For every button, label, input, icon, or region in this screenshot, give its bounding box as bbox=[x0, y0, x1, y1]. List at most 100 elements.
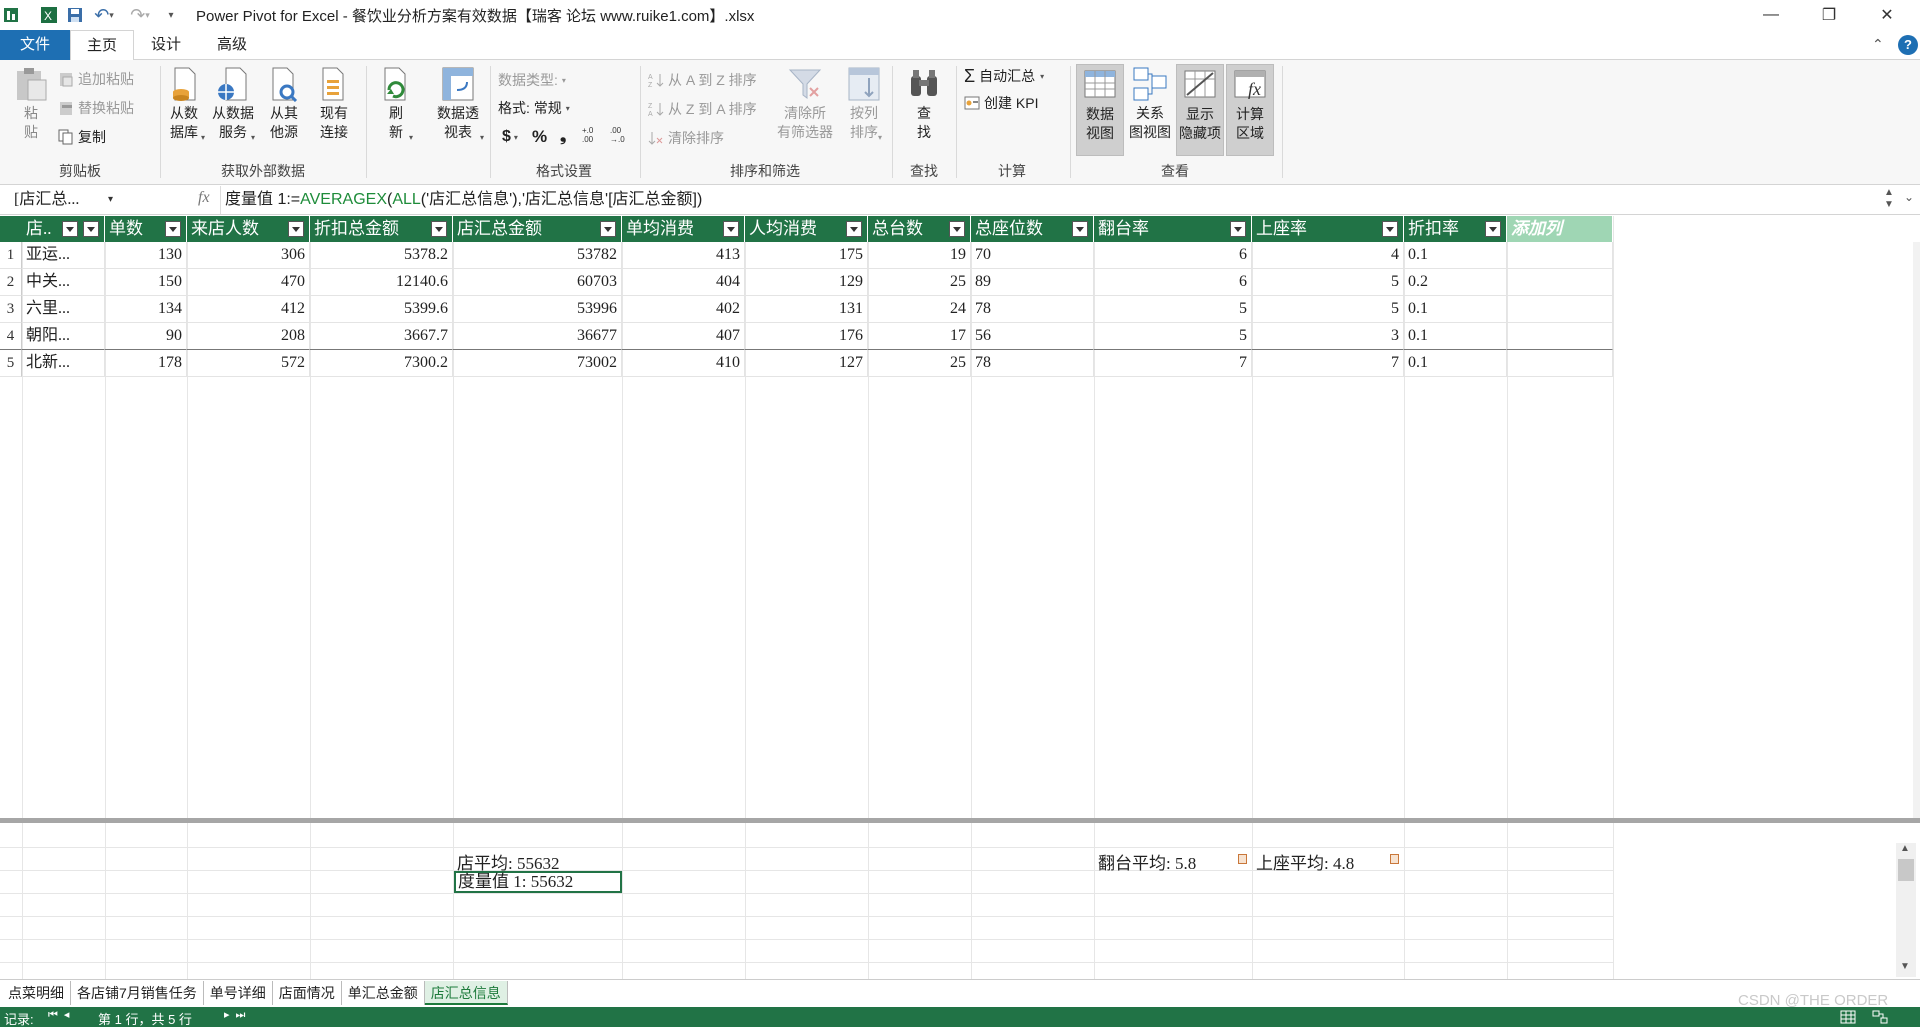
pivot-table-button[interactable]: 数据透 视表 ▾ bbox=[430, 66, 486, 147]
table-cell[interactable]: 3667.7 bbox=[310, 323, 453, 350]
from-data-service-button[interactable]: 从数据 服务 ▾ bbox=[208, 66, 258, 147]
table-cell-empty[interactable] bbox=[1507, 242, 1613, 269]
table-cell[interactable]: 5 bbox=[1094, 296, 1252, 323]
table-cell[interactable]: 470 bbox=[187, 269, 310, 296]
create-kpi-button[interactable]: 创建 KPI bbox=[964, 92, 1038, 114]
table-cell[interactable]: 127 bbox=[745, 350, 868, 377]
column-header-avg-per-order[interactable]: 单均消费 bbox=[622, 216, 745, 242]
formula-input[interactable]: 度量值 1:=AVERAGEX(ALL('店汇总信息'),'店汇总信息'[店汇总… bbox=[220, 186, 1880, 214]
filter-dropdown-icon[interactable] bbox=[600, 221, 616, 237]
table-cell[interactable]: 中关... bbox=[22, 269, 105, 296]
help-icon[interactable]: ? bbox=[1898, 35, 1918, 55]
table-cell[interactable]: 90 bbox=[105, 323, 187, 350]
formula-scroll-icon[interactable]: ▲ ▼ bbox=[1880, 187, 1898, 213]
percent-button[interactable]: % bbox=[532, 126, 547, 148]
table-cell[interactable]: 5 bbox=[1252, 296, 1404, 323]
table-cell[interactable]: 129 bbox=[745, 269, 868, 296]
table-cell-empty[interactable] bbox=[1507, 323, 1613, 350]
filter-dropdown-icon[interactable] bbox=[83, 221, 99, 237]
table-row[interactable]: 5 北新... 178 572 7300.2 73002 410 127 25 … bbox=[0, 350, 1613, 377]
sheet-tab-active[interactable]: 店汇总信息 bbox=[424, 981, 508, 1005]
measure-turnover-average[interactable]: 翻台平均: 5.8 bbox=[1098, 849, 1196, 874]
record-nav-next-last[interactable]: ▸⏭ bbox=[224, 1008, 251, 1022]
vertical-scrollbar[interactable]: ▲ ▼ bbox=[1896, 843, 1916, 977]
table-cell[interactable]: 北新... bbox=[22, 350, 105, 377]
table-cell[interactable]: 12140.6 bbox=[310, 269, 453, 296]
table-cell[interactable]: 89 bbox=[971, 269, 1094, 296]
row-number[interactable]: 2 bbox=[0, 269, 22, 296]
table-cell[interactable]: 130 bbox=[105, 242, 187, 269]
table-cell[interactable]: 176 bbox=[745, 323, 868, 350]
fx-icon[interactable]: fx bbox=[198, 189, 210, 207]
table-row[interactable]: 3 六里... 134 412 5399.6 53996 402 131 24 … bbox=[0, 296, 1613, 323]
table-cell[interactable]: 131 bbox=[745, 296, 868, 323]
table-cell[interactable]: 19 bbox=[868, 242, 971, 269]
filter-dropdown-icon[interactable] bbox=[723, 221, 739, 237]
sheet-tab[interactable]: 各店铺7月销售任务 bbox=[71, 981, 204, 1005]
table-cell[interactable]: 70 bbox=[971, 242, 1094, 269]
expand-formula-icon[interactable]: ⌄ bbox=[1900, 190, 1918, 210]
table-cell[interactable]: 5 bbox=[1252, 269, 1404, 296]
redo-icon[interactable]: ↷ ▾ bbox=[126, 5, 154, 25]
table-cell[interactable]: 25 bbox=[868, 350, 971, 377]
collapse-ribbon-icon[interactable]: ⌃ bbox=[1872, 36, 1884, 53]
replace-paste-button[interactable]: 替换粘贴 bbox=[58, 97, 134, 119]
sheet-tab[interactable]: 店面情况 bbox=[273, 981, 342, 1005]
table-cell[interactable]: 4 bbox=[1252, 242, 1404, 269]
table-cell[interactable]: 3 bbox=[1252, 323, 1404, 350]
scroll-up-icon[interactable]: ▲ bbox=[1900, 843, 1910, 854]
column-header-seats[interactable]: 总座位数 bbox=[971, 216, 1094, 242]
table-cell[interactable]: 7 bbox=[1252, 350, 1404, 377]
from-database-button[interactable]: 从数 据库 ▾ bbox=[162, 66, 206, 147]
save-icon[interactable] bbox=[66, 6, 84, 24]
table-cell[interactable]: 412 bbox=[187, 296, 310, 323]
row-number[interactable]: 3 bbox=[0, 296, 22, 323]
close-button[interactable]: ✕ bbox=[1858, 0, 1916, 30]
measure-1-cell[interactable]: 度量值 1: 55632 bbox=[454, 871, 622, 893]
tab-design[interactable]: 设计 bbox=[136, 30, 196, 60]
table-cell[interactable]: 208 bbox=[187, 323, 310, 350]
refresh-button[interactable]: 刷 新 ▾ bbox=[376, 66, 416, 147]
filter-dropdown-icon[interactable] bbox=[431, 221, 447, 237]
sort-by-column-button[interactable]: 按列 排序 ▾ bbox=[842, 66, 886, 147]
table-cell[interactable]: 7 bbox=[1094, 350, 1252, 377]
measure-info-icon[interactable] bbox=[1238, 854, 1247, 864]
table-cell[interactable]: 402 bbox=[622, 296, 745, 323]
from-other-sources-button[interactable]: 从其 他源 bbox=[262, 66, 306, 142]
table-cell[interactable]: 56 bbox=[971, 323, 1094, 350]
column-header-tables[interactable]: 总台数 bbox=[868, 216, 971, 242]
table-cell[interactable]: 6 bbox=[1094, 269, 1252, 296]
table-cell[interactable]: 5378.2 bbox=[310, 242, 453, 269]
table-cell[interactable]: 410 bbox=[622, 350, 745, 377]
add-column-header[interactable]: 添加列 bbox=[1507, 216, 1613, 242]
table-row[interactable]: 4 朝阳... 90 208 3667.7 36677 407 176 17 5… bbox=[0, 323, 1613, 350]
filter-dropdown-icon[interactable] bbox=[1230, 221, 1246, 237]
append-paste-button[interactable]: 追加粘贴 bbox=[58, 68, 134, 90]
clear-all-filters-button[interactable]: 清除所 有筛选器 bbox=[770, 66, 840, 142]
table-cell[interactable]: 175 bbox=[745, 242, 868, 269]
table-cell[interactable]: 53782 bbox=[453, 242, 622, 269]
minimize-button[interactable]: — bbox=[1742, 0, 1800, 30]
column-header-discount-total[interactable]: 折扣总金额 bbox=[310, 216, 453, 242]
name-box[interactable]: [店汇总... ▾ bbox=[2, 188, 192, 212]
sheet-tab[interactable]: 单号详细 bbox=[204, 981, 273, 1005]
table-cell[interactable]: 六里... bbox=[22, 296, 105, 323]
data-view-button[interactable]: 数据 视图 bbox=[1076, 64, 1124, 156]
format-dropdown[interactable]: 格式: 常规 ▾ bbox=[498, 97, 570, 119]
table-cell[interactable]: 25 bbox=[868, 269, 971, 296]
filter-dropdown-icon[interactable] bbox=[165, 221, 181, 237]
table-cell[interactable]: 134 bbox=[105, 296, 187, 323]
record-nav-first-prev[interactable]: ⏮◂ bbox=[48, 1008, 75, 1022]
table-row[interactable]: 1 亚运... 130 306 5378.2 53782 413 175 19 … bbox=[0, 242, 1613, 269]
column-header-avg-per-person[interactable]: 人均消费 bbox=[745, 216, 868, 242]
column-header-discount-rate[interactable]: 折扣率 bbox=[1404, 216, 1507, 242]
table-cell[interactable]: 5 bbox=[1094, 323, 1252, 350]
comma-button[interactable]: ❟ bbox=[560, 126, 566, 148]
measure-info-icon[interactable] bbox=[1390, 854, 1399, 864]
filter-dropdown-icon[interactable] bbox=[288, 221, 304, 237]
customize-qat-icon[interactable]: ▾ bbox=[164, 6, 178, 24]
table-cell[interactable]: 60703 bbox=[453, 269, 622, 296]
filter-dropdown-icon[interactable] bbox=[1072, 221, 1088, 237]
calculation-area-button[interactable]: fx 计算 区域 bbox=[1226, 64, 1274, 156]
increase-decimal-button[interactable]: +.0 .00 bbox=[582, 126, 606, 148]
